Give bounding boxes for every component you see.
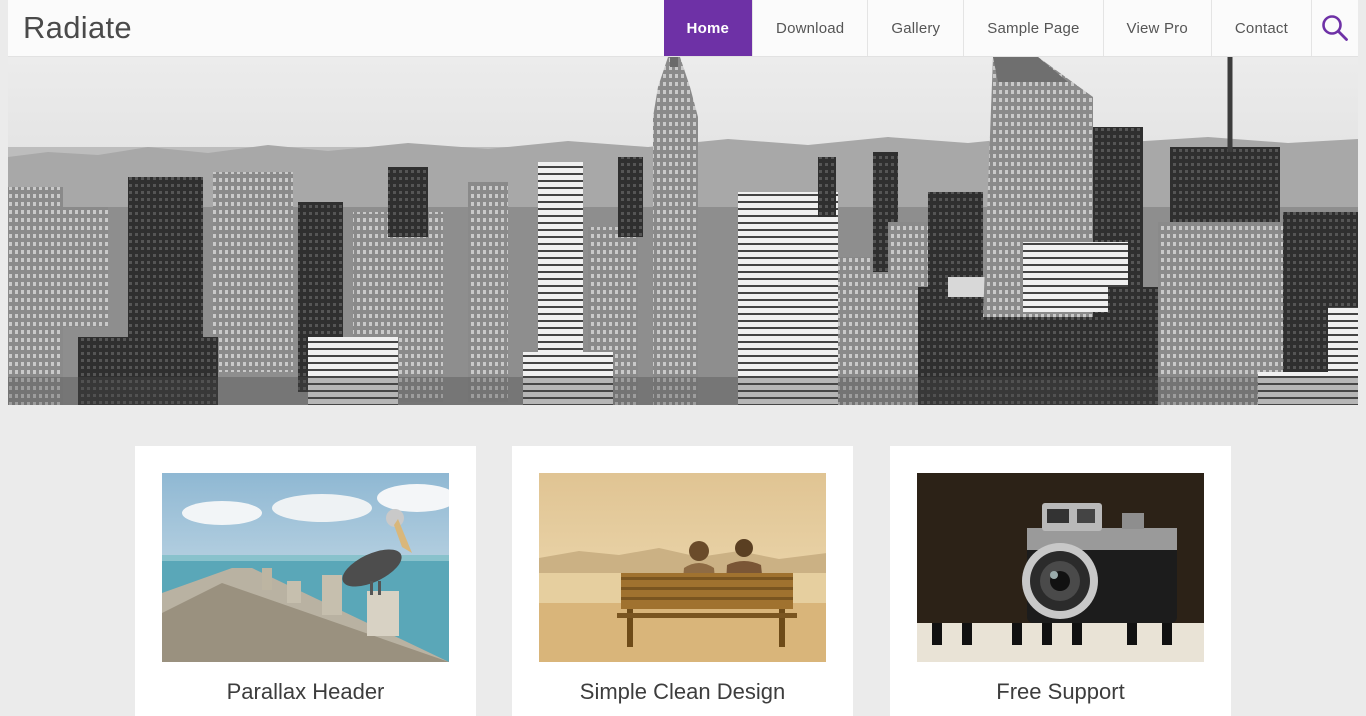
feature-title: Simple Clean Design (579, 679, 786, 704)
pelican-pier-photo (162, 473, 449, 662)
vintage-camera-photo (917, 473, 1204, 662)
feature-card: Simple Clean Design (512, 446, 853, 716)
feature-card: Parallax Header (135, 446, 476, 716)
nav-item-contact[interactable]: Contact (1210, 0, 1311, 56)
feature-title: Free Support (996, 679, 1125, 704)
feature-title: Parallax Header (226, 679, 385, 704)
search-button[interactable] (1311, 0, 1358, 56)
couple-on-bench-photo (539, 473, 826, 662)
feature-card: Free Support (890, 446, 1231, 716)
hero-image (8, 57, 1358, 405)
nav-item-home[interactable]: Home (663, 0, 753, 56)
city-skyline-photo (8, 57, 1358, 405)
site-title[interactable]: Radiate (23, 10, 132, 46)
feature-image (539, 473, 826, 662)
search-icon (1322, 15, 1348, 41)
nav-item-sample-page[interactable]: Sample Page (963, 0, 1102, 56)
feature-image (917, 473, 1204, 662)
feature-image (162, 473, 449, 662)
nav-item-view-pro[interactable]: View Pro (1102, 0, 1211, 56)
nav-item-gallery[interactable]: Gallery (867, 0, 963, 56)
site-header: Radiate Home Download Gallery Sample Pag… (8, 0, 1358, 57)
nav-item-download[interactable]: Download (752, 0, 867, 56)
main-nav: Home Download Gallery Sample Page View P… (663, 0, 1358, 56)
